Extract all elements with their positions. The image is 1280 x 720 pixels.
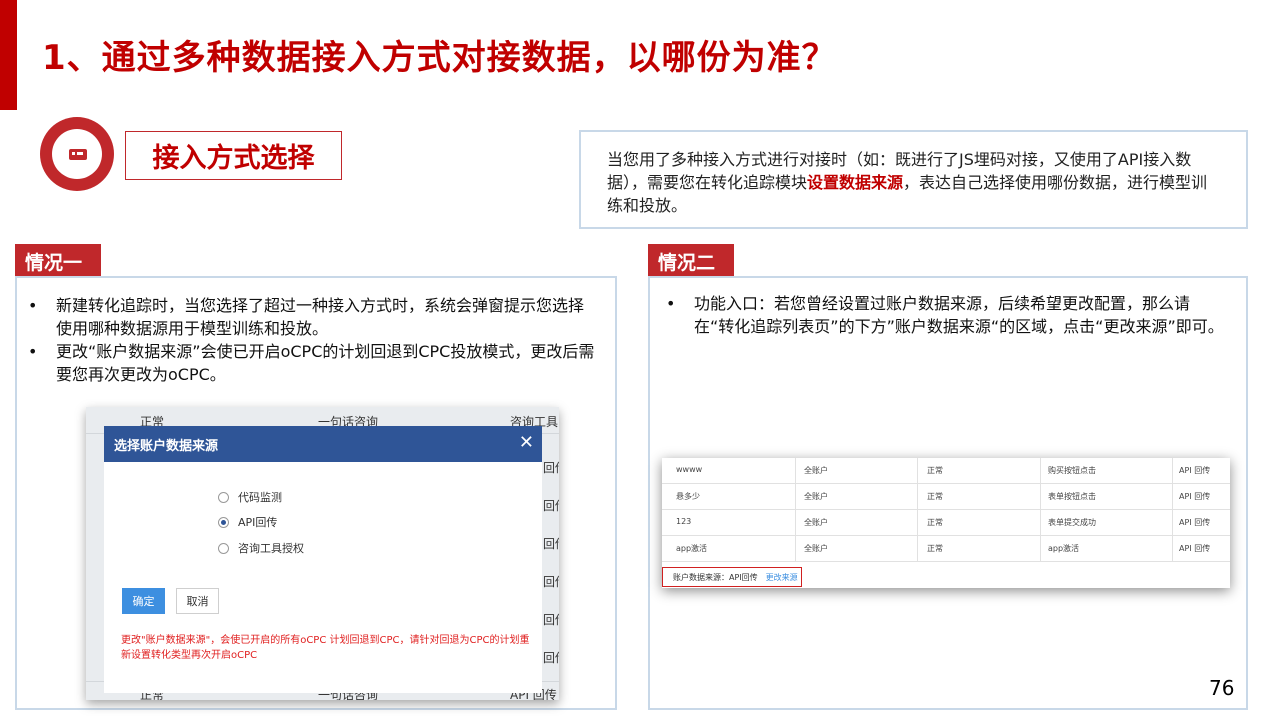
bg-cell: 回传: [543, 461, 559, 475]
bg-cell: 回传: [543, 499, 559, 513]
data-source-label: 账户数据来源：API回传: [673, 572, 758, 582]
section-heading: 接入方式选择: [125, 131, 342, 180]
table-cell: API 回传: [1179, 466, 1211, 475]
radio-option-api[interactable]: API回传: [218, 514, 277, 530]
page-number: 76: [1209, 676, 1235, 700]
radio-icon[interactable]: [218, 491, 229, 503]
dialog-header: 选择账户数据来源 ✕: [104, 426, 542, 462]
table-cell: 正常: [927, 544, 943, 553]
radio-icon[interactable]: [218, 542, 229, 554]
confirm-button[interactable]: 确定: [122, 588, 165, 614]
radio-label: 咨询工具授权: [238, 542, 304, 555]
slide: 1、通过多种数据接入方式对接数据，以哪份为准？ 接入方式选择 当您用了多种接入方…: [0, 0, 1280, 720]
title-accent-bar: [0, 0, 17, 110]
conversion-list-screenshot: wwww 全账户 正常 购买按钮点击 API 回传 悬多少 全账户 正常 表单按…: [662, 458, 1230, 588]
case1-bullet: 新建转化追踪时，当您选择了超过一种接入方式时，系统会弹窗提示您选择使用哪种数据源…: [28, 294, 598, 340]
cancel-button[interactable]: 取消: [176, 588, 219, 614]
table-cell: 正常: [927, 466, 943, 475]
table-cell: 全账户: [804, 466, 828, 475]
radio-label: 代码监测: [238, 491, 282, 504]
case1-bullet-list: 新建转化追踪时，当您选择了超过一种接入方式时，系统会弹窗提示您选择使用哪种数据源…: [28, 294, 598, 386]
radio-option-consult-tool[interactable]: 咨询工具授权: [218, 540, 304, 556]
table-cell: 全账户: [804, 492, 828, 501]
table-cell: 123: [676, 517, 692, 526]
bg-cell: 回传: [543, 575, 559, 589]
table-row: app激活 全账户 正常 app激活 API 回传: [662, 536, 1230, 562]
table-cell: 全账户: [804, 544, 828, 553]
table-row: 123 全账户 正常 表单提交成功 API 回传: [662, 510, 1230, 536]
table-cell: API 回传: [1179, 492, 1211, 501]
table-cell: app激活: [676, 544, 708, 553]
change-source-link[interactable]: 更改来源: [766, 572, 798, 583]
table-cell: 正常: [927, 492, 943, 501]
select-data-source-dialog: 选择账户数据来源 ✕ 代码监测 API回传 咨询工具授权 确定 取消 更改"账户…: [104, 426, 542, 693]
data-source-area: 账户数据来源：API回传 更改来源: [662, 567, 802, 587]
radio-selected-icon[interactable]: [218, 516, 229, 528]
bg-cell: 回传: [543, 651, 559, 665]
table-cell: 购买按钮点击: [1048, 466, 1096, 475]
dialog-screenshot: 正常 一句话咨询 咨询工具 回传 回传 回传 回传 回传 回传 正常 一句话咨询…: [86, 407, 559, 700]
table-row: 悬多少 全账户 正常 表单按钮点击 API 回传: [662, 484, 1230, 510]
info-box: 当您用了多种接入方式进行对接时（如：既进行了JS埋码对接，又使用了API接入数据…: [579, 130, 1248, 229]
case2-label: 情况二: [648, 244, 734, 278]
page-title: 1、通过多种数据接入方式对接数据，以哪份为准？: [42, 38, 837, 78]
case1-bullet: 更改“账户数据来源”会使已开启oCPC的计划回退到CPC投放模式，更改后需要您再…: [28, 340, 598, 386]
table-cell: wwww: [676, 465, 703, 474]
radio-option-code-monitor[interactable]: 代码监测: [218, 489, 282, 505]
warning-text: 更改"账户数据来源"，会使已开启的所有oCPC 计划回退到CPC，请针对回退为C…: [121, 635, 530, 661]
table-cell: app激活: [1048, 544, 1080, 553]
bg-cell: 回传: [543, 613, 559, 627]
case2-bullet: 功能入口：若您曾经设置过账户数据来源，后续希望更改配置，那么请在“转化追踪列表页…: [666, 292, 1226, 338]
case1-label: 情况一: [15, 244, 101, 278]
table-cell: 表单按钮点击: [1048, 492, 1096, 501]
table-cell: API 回传: [1179, 544, 1211, 553]
table-cell: 表单提交成功: [1048, 518, 1096, 527]
info-highlight: 设置数据来源: [807, 173, 904, 192]
table-cell: 全账户: [804, 518, 828, 527]
radio-label: API回传: [238, 516, 278, 529]
close-icon[interactable]: ✕: [519, 432, 534, 453]
card-icon: [69, 149, 87, 160]
bg-cell: 回传: [543, 537, 559, 551]
table-cell: 正常: [927, 518, 943, 527]
dialog-title: 选择账户数据来源: [114, 438, 219, 454]
case2-bullet-list: 功能入口：若您曾经设置过账户数据来源，后续希望更改配置，那么请在“转化追踪列表页…: [666, 292, 1226, 338]
table-cell: API 回传: [1179, 518, 1211, 527]
table-cell: 悬多少: [676, 492, 700, 501]
table-row: wwww 全账户 正常 购买按钮点击 API 回传: [662, 458, 1230, 484]
